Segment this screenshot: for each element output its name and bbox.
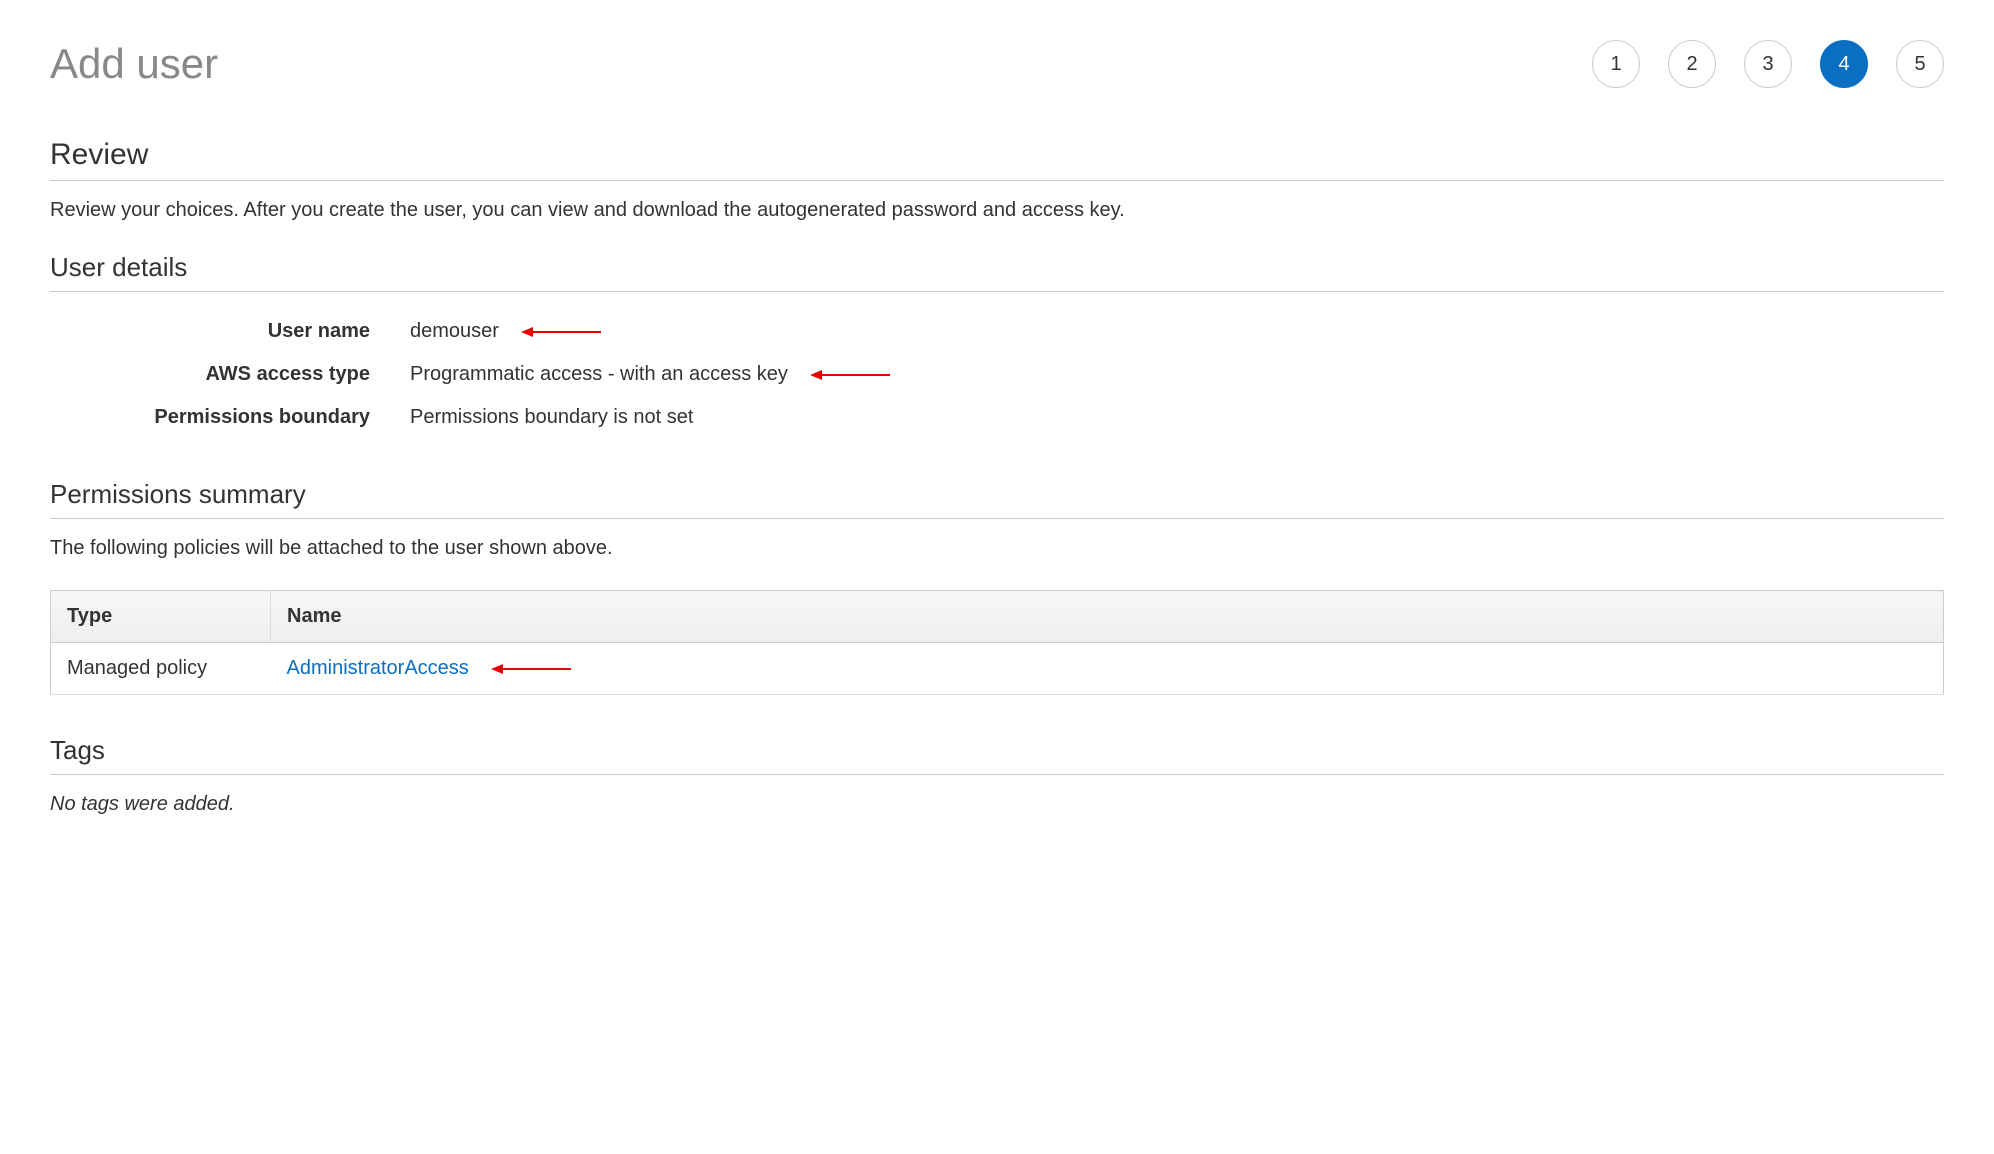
permissions-boundary-value: Permissions boundary is not set	[410, 406, 693, 429]
arrow-annotation-icon	[810, 368, 890, 382]
table-row: Managed policy AdministratorAccess	[51, 643, 1944, 695]
arrow-annotation-icon	[491, 662, 571, 676]
detail-row-user-name: User name demouser	[50, 310, 1944, 353]
detail-value-user-name: demouser	[410, 320, 601, 343]
permissions-summary-table: Type Name Managed policy AdministratorAc…	[50, 590, 1944, 695]
policy-link[interactable]: AdministratorAccess	[287, 657, 469, 680]
table-header-name: Name	[271, 591, 1944, 643]
detail-value-permissions-boundary: Permissions boundary is not set	[410, 406, 693, 429]
policy-type-cell: Managed policy	[51, 643, 271, 695]
wizard-step-1[interactable]: 1	[1592, 40, 1640, 88]
review-description: Review your choices. After you create th…	[50, 199, 1944, 222]
detail-row-permissions-boundary: Permissions boundary Permissions boundar…	[50, 396, 1944, 439]
access-type-value: Programmatic access - with an access key	[410, 363, 788, 386]
permissions-summary-description: The following policies will be attached …	[50, 537, 1944, 560]
user-name-value: demouser	[410, 320, 499, 343]
wizard-step-5[interactable]: 5	[1896, 40, 1944, 88]
wizard-step-4[interactable]: 4	[1820, 40, 1868, 88]
wizard-step-3[interactable]: 3	[1744, 40, 1792, 88]
table-header-row: Type Name	[51, 591, 1944, 643]
detail-label-access-type: AWS access type	[50, 363, 410, 386]
detail-label-user-name: User name	[50, 320, 410, 343]
tags-empty-text: No tags were added.	[50, 793, 1944, 816]
user-details-heading: User details	[50, 252, 1944, 292]
wizard-steps: 1 2 3 4 5	[1592, 40, 1944, 88]
detail-row-access-type: AWS access type Programmatic access - wi…	[50, 353, 1944, 396]
table-header-type: Type	[51, 591, 271, 643]
tags-heading: Tags	[50, 735, 1944, 775]
page-title: Add user	[50, 40, 218, 88]
policy-name-cell: AdministratorAccess	[271, 643, 1944, 695]
permissions-summary-heading: Permissions summary	[50, 479, 1944, 519]
review-heading: Review	[50, 138, 1944, 181]
header-row: Add user 1 2 3 4 5	[50, 40, 1944, 88]
detail-value-access-type: Programmatic access - with an access key	[410, 363, 890, 386]
detail-label-permissions-boundary: Permissions boundary	[50, 406, 410, 429]
wizard-step-2[interactable]: 2	[1668, 40, 1716, 88]
user-details-block: User name demouser AWS access type Progr…	[50, 310, 1944, 439]
arrow-annotation-icon	[521, 325, 601, 339]
